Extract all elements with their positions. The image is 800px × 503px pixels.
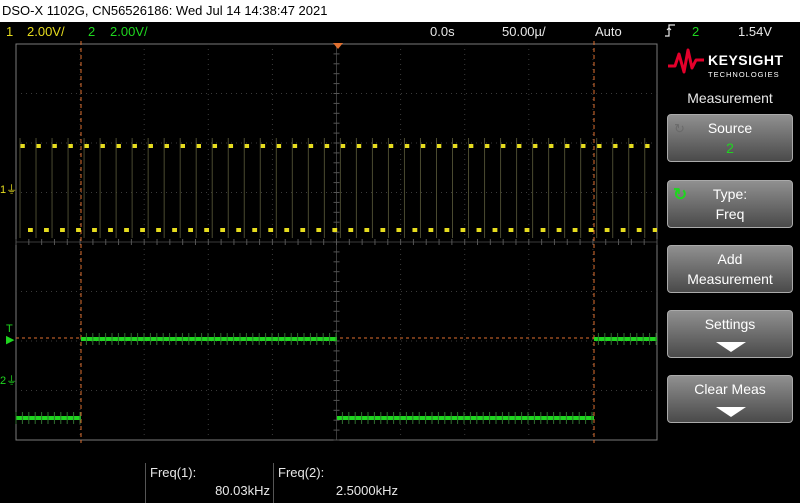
trigger-marker[interactable]: T ▶ (6, 324, 14, 346)
clear-meas-softkey[interactable]: Clear Meas (667, 375, 793, 423)
keysight-logo: KEYSIGHT TECHNOLOGIES (668, 46, 798, 84)
ch1-marker[interactable]: 1⏚ (0, 181, 17, 197)
softkey-value: Freq (715, 206, 745, 222)
ch1-number[interactable]: 1 (6, 22, 13, 41)
measurement-value: 2.5000kHz (335, 483, 398, 498)
softkey-panel: KEYSIGHT TECHNOLOGIES Measurement ↻ Sour… (660, 41, 800, 503)
keysight-wave-icon (668, 48, 704, 74)
trigger-mode[interactable]: Auto (595, 22, 622, 41)
measurement-label: Freq(1): (150, 465, 197, 480)
type-softkey[interactable]: ↻ Type: Freq (667, 180, 793, 228)
submenu-arrow-icon (716, 407, 746, 417)
measurement-label: Freq(2): (278, 465, 325, 480)
status-bar: 1 2.00V/ 2 2.00V/ 0.0s 50.00µ/ Auto 2 1.… (0, 22, 800, 41)
time-delay[interactable]: 0.0s (430, 22, 455, 41)
waveform-svg (15, 41, 658, 443)
softkey-label: Type: (712, 186, 748, 202)
measurement-value: 80.03kHz (215, 483, 270, 498)
title-bar: DSO-X 1102G, CN56526186: Wed Jul 14 14:3… (0, 0, 800, 22)
softkey-label: Clear Meas (694, 381, 766, 397)
trigger-level[interactable]: 1.54V (738, 22, 772, 41)
brand-sub: TECHNOLOGIES (708, 70, 780, 79)
ch2-number[interactable]: 2 (88, 22, 95, 41)
submenu-arrow-icon (716, 342, 746, 352)
brand-name: KEYSIGHT (708, 52, 784, 68)
measurement-bar: Freq(1): 80.03kHz Freq(2): 2.5000kHz (0, 443, 660, 503)
ch2-marker[interactable]: 2⏚ (0, 372, 17, 388)
graticule (15, 43, 658, 441)
trigger-source[interactable]: 2 (692, 22, 699, 41)
ch1-scale[interactable]: 2.00V/ (27, 22, 65, 41)
panel-title: Measurement (687, 90, 773, 106)
softkey-label: Source (707, 120, 753, 136)
time-scale[interactable]: 50.00µ/ (502, 22, 546, 41)
trigger-arrow-icon: ▶ (6, 334, 15, 346)
measurement-freq2[interactable]: Freq(2): 2.5000kHz (273, 463, 402, 503)
softkey-label: Add (717, 251, 743, 267)
softkey-label: Settings (704, 316, 756, 332)
settings-softkey[interactable]: Settings (667, 310, 793, 358)
waveform-display[interactable]: 1⏚ T ▶ 2⏚ (0, 41, 660, 443)
source-softkey[interactable]: ↻ Source 2 (667, 114, 793, 162)
add-measurement-softkey[interactable]: Add Measurement (667, 245, 793, 293)
ground-icon: ⏚ (6, 184, 18, 196)
softkey-value: 2 (726, 140, 734, 156)
measurement-freq1[interactable]: Freq(1): 80.03kHz (145, 463, 274, 503)
ch2-scale[interactable]: 2.00V/ (110, 22, 148, 41)
softkey-label-2: Measurement (687, 271, 773, 287)
ground-icon: ⏚ (6, 375, 18, 387)
trigger-position-marker[interactable] (333, 43, 343, 49)
